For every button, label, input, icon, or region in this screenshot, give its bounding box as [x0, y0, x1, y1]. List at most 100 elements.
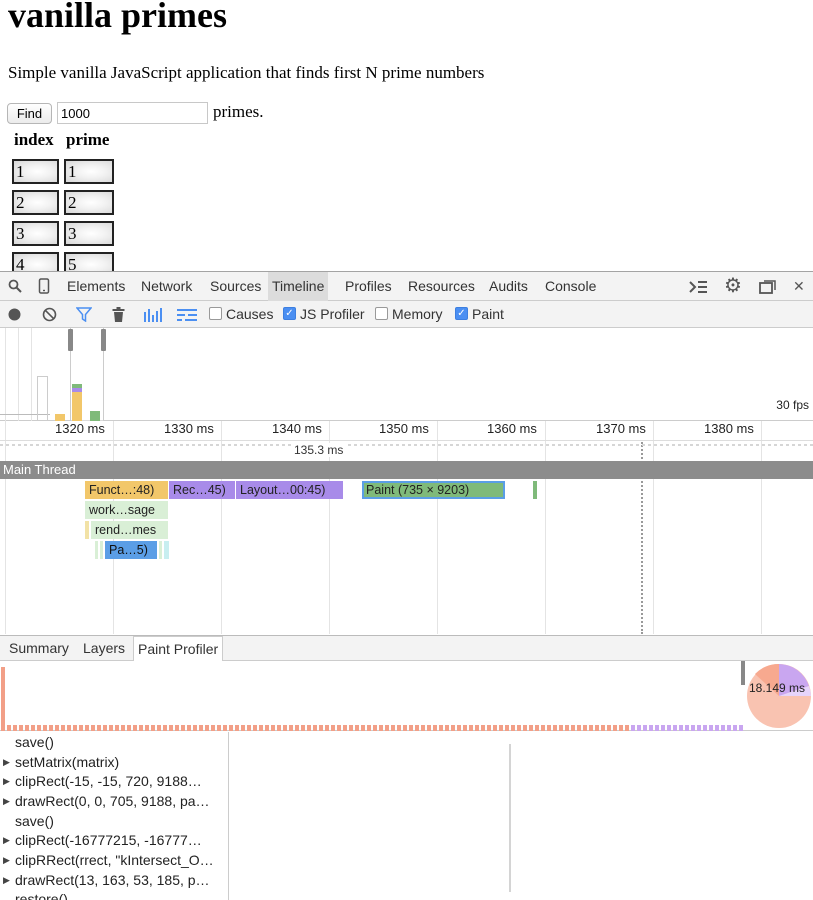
causes-checkbox[interactable] [209, 307, 222, 320]
paint-command-chart[interactable] [0, 661, 745, 731]
command-text: clipRect(-15, -15, 720, 9188… [15, 773, 202, 789]
command-row[interactable]: ▶ drawRect(0, 0, 705, 9188, pa… [0, 792, 228, 812]
flame-event-render-primes[interactable]: rend…mes [91, 521, 168, 539]
timeline-overview[interactable]: 30 fps [0, 328, 813, 421]
settings-gear-icon[interactable]: ⚙ [724, 272, 742, 301]
flame-event-paint-selected[interactable]: Paint (735 × 9203) [362, 481, 505, 499]
tab-timeline[interactable]: Timeline [268, 272, 329, 301]
paint-command-bar [529, 725, 533, 731]
fps-label: 30 fps [776, 398, 809, 412]
paint-command-bar [631, 725, 635, 731]
flame-event-layout[interactable]: Layout…00:45) [236, 481, 343, 499]
command-row[interactable]: ▶ clipRect(-15, -15, 720, 9188… [0, 772, 228, 792]
command-row[interactable]: ▶ drawRect(13, 163, 53, 185, p… [0, 871, 228, 891]
tab-paint-profiler[interactable]: Paint Profiler [133, 636, 224, 661]
overview-gridline [18, 328, 19, 421]
command-row[interactable]: save() [0, 812, 228, 832]
paint-command-bars[interactable] [0, 661, 745, 731]
js-profiler-checkbox[interactable]: ✓ [283, 307, 296, 320]
tab-layers[interactable]: Layers [83, 636, 125, 661]
console-drawer-icon[interactable] [688, 272, 708, 304]
page-description: Simple vanilla JavaScript application th… [8, 63, 485, 82]
paint-command-bar [97, 725, 101, 731]
paint-command-bar [7, 725, 11, 731]
command-row[interactable]: ▶ clipRRect(rrect, "kIntersect_O… [0, 851, 228, 871]
paint-preview-area[interactable] [230, 732, 813, 900]
command-row[interactable]: restore() [0, 890, 228, 900]
paint-command-bar [511, 725, 515, 731]
tab-audits[interactable]: Audits [489, 272, 528, 301]
paint-command-bar [115, 725, 119, 731]
tab-profiles[interactable]: Profiles [345, 272, 392, 301]
command-row[interactable]: save() [0, 733, 228, 753]
expand-triangle-icon[interactable]: ▶ [3, 753, 10, 773]
search-icon[interactable] [8, 272, 22, 303]
paint-command-bar [277, 725, 281, 731]
expand-triangle-icon[interactable]: ▶ [3, 831, 10, 851]
command-row[interactable]: ▶ setMatrix(matrix) [0, 753, 228, 773]
paint-command-bar [463, 725, 467, 731]
paint-command-bar [397, 725, 401, 731]
devtools-panel: Elements Network Sources Timeline Profil… [0, 271, 813, 900]
paint-command-bar [379, 725, 383, 731]
find-button[interactable]: Find [7, 103, 52, 124]
tab-elements[interactable]: Elements [67, 272, 125, 301]
overview-right-handle[interactable] [101, 329, 106, 351]
tab-console[interactable]: Console [545, 272, 596, 301]
expand-triangle-icon[interactable]: ▶ [3, 871, 10, 891]
paint-command-bar [367, 725, 371, 731]
paint-command-bar [559, 725, 563, 731]
paint-checkbox[interactable]: ✓ [455, 307, 468, 320]
paint-command-bar [325, 725, 329, 731]
record-icon[interactable] [8, 304, 21, 327]
memory-checkbox[interactable] [375, 307, 388, 320]
waterfall-view-icon[interactable] [176, 304, 198, 328]
flame-event-worker-message[interactable]: work…sage [85, 501, 168, 519]
prime-count-input[interactable] [57, 102, 208, 124]
device-mode-icon[interactable] [38, 272, 50, 304]
command-row[interactable]: ▶ clipRect(-16777215, -16777… [0, 831, 228, 851]
flame-chart-view-icon[interactable] [143, 304, 165, 328]
paint-command-bar [295, 725, 299, 731]
paint-command-bar [151, 725, 155, 731]
paint-command-bar [223, 725, 227, 731]
flame-event-sliver [95, 541, 98, 559]
overview-activity-bar [90, 411, 100, 421]
paint-command-bar [541, 725, 545, 731]
flame-event-paint-js[interactable]: Pa…5) [105, 541, 157, 559]
paint-command-bar [205, 725, 209, 731]
paint-command-bar [61, 725, 65, 731]
paint-command-bar [613, 725, 617, 731]
trash-icon[interactable] [112, 304, 125, 328]
paint-command-bar [517, 725, 521, 731]
expand-triangle-icon[interactable]: ▶ [3, 792, 10, 812]
paint-command-bar [109, 725, 113, 731]
close-icon[interactable]: ✕ [793, 272, 805, 301]
paint-command-bar [103, 725, 107, 731]
paint-command-bar [415, 725, 419, 731]
selection-duration: 135.3 ms [291, 443, 347, 457]
paint-command-bar [319, 725, 323, 731]
expand-triangle-icon[interactable]: ▶ [3, 772, 10, 792]
overview-left-handle[interactable] [68, 329, 73, 351]
main-thread-header[interactable]: Main Thread [0, 461, 813, 479]
causes-label: Causes [226, 306, 274, 322]
filter-icon[interactable] [75, 304, 93, 328]
command-text: save() [15, 734, 54, 750]
column-header-prime: prime [66, 130, 110, 149]
clear-icon[interactable] [42, 304, 57, 328]
flame-event-function-call[interactable]: Funct…:48) [85, 481, 168, 499]
paint-command-bar [715, 725, 719, 731]
paint-command-bar [139, 725, 143, 731]
expand-triangle-icon[interactable]: ▶ [3, 851, 10, 871]
tab-sources[interactable]: Sources [210, 272, 261, 301]
flame-event-small-paint[interactable] [533, 481, 537, 499]
tab-summary[interactable]: Summary [9, 636, 69, 661]
flame-event-recalc-style[interactable]: Rec…45) [169, 481, 235, 499]
paint-command-bar [361, 725, 365, 731]
tab-resources[interactable]: Resources [408, 272, 475, 301]
table-cell-prime: 3 [64, 221, 114, 246]
tab-network[interactable]: Network [141, 272, 192, 301]
paint-command-bar [667, 725, 671, 731]
dock-side-icon[interactable] [759, 272, 777, 304]
